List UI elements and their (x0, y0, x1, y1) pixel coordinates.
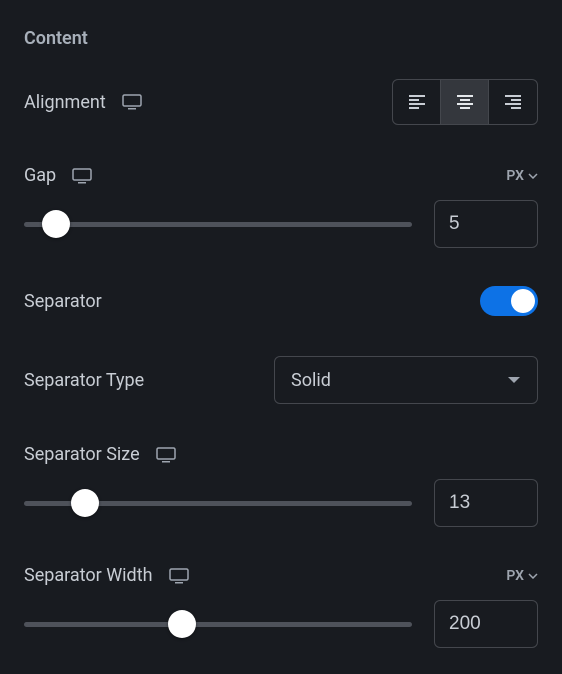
separator-toggle[interactable] (480, 286, 538, 316)
separator-width-row: Separator Width PX (24, 565, 538, 586)
separator-size-row: Separator Size (24, 444, 538, 465)
alignment-label: Alignment (24, 92, 106, 113)
separator-type-label: Separator Type (24, 370, 144, 391)
separator-width-unit-text: PX (506, 568, 524, 584)
separator-row: Separator (24, 286, 538, 316)
align-center-icon (455, 94, 475, 110)
separator-size-slider-row (24, 479, 538, 527)
align-left-icon (407, 94, 427, 110)
chevron-down-icon (528, 573, 538, 579)
separator-type-row: Separator Type Solid (24, 356, 538, 404)
align-left-button[interactable] (393, 80, 441, 124)
separator-size-input[interactable] (434, 479, 538, 527)
separator-width-unit-selector[interactable]: PX (506, 568, 538, 584)
align-right-button[interactable] (489, 80, 537, 124)
alignment-row: Alignment (24, 79, 538, 125)
separator-size-slider[interactable] (24, 501, 412, 506)
separator-label: Separator (24, 291, 102, 312)
separator-width-input[interactable] (434, 600, 538, 648)
gap-label: Gap (24, 165, 56, 186)
separator-width-slider-row (24, 600, 538, 648)
separator-width-slider[interactable] (24, 622, 412, 627)
gap-row: Gap PX (24, 165, 538, 186)
responsive-icon[interactable] (122, 94, 142, 110)
toggle-knob (511, 289, 535, 313)
gap-unit-selector[interactable]: PX (506, 168, 538, 184)
gap-slider[interactable] (24, 222, 412, 227)
chevron-down-icon (528, 173, 538, 179)
section-title: Content (24, 28, 538, 49)
responsive-icon[interactable] (156, 447, 176, 463)
responsive-icon[interactable] (169, 568, 189, 584)
separator-size-label: Separator Size (24, 444, 140, 465)
align-right-icon (503, 94, 523, 110)
gap-input[interactable] (434, 200, 538, 248)
responsive-icon[interactable] (72, 168, 92, 184)
separator-type-value: Solid (291, 370, 331, 391)
gap-unit-text: PX (506, 168, 524, 184)
align-center-button[interactable] (441, 80, 489, 124)
alignment-button-group (392, 79, 538, 125)
separator-type-select[interactable]: Solid (274, 356, 538, 404)
gap-slider-row (24, 200, 538, 248)
caret-down-icon (507, 376, 521, 384)
separator-width-label: Separator Width (24, 565, 153, 586)
